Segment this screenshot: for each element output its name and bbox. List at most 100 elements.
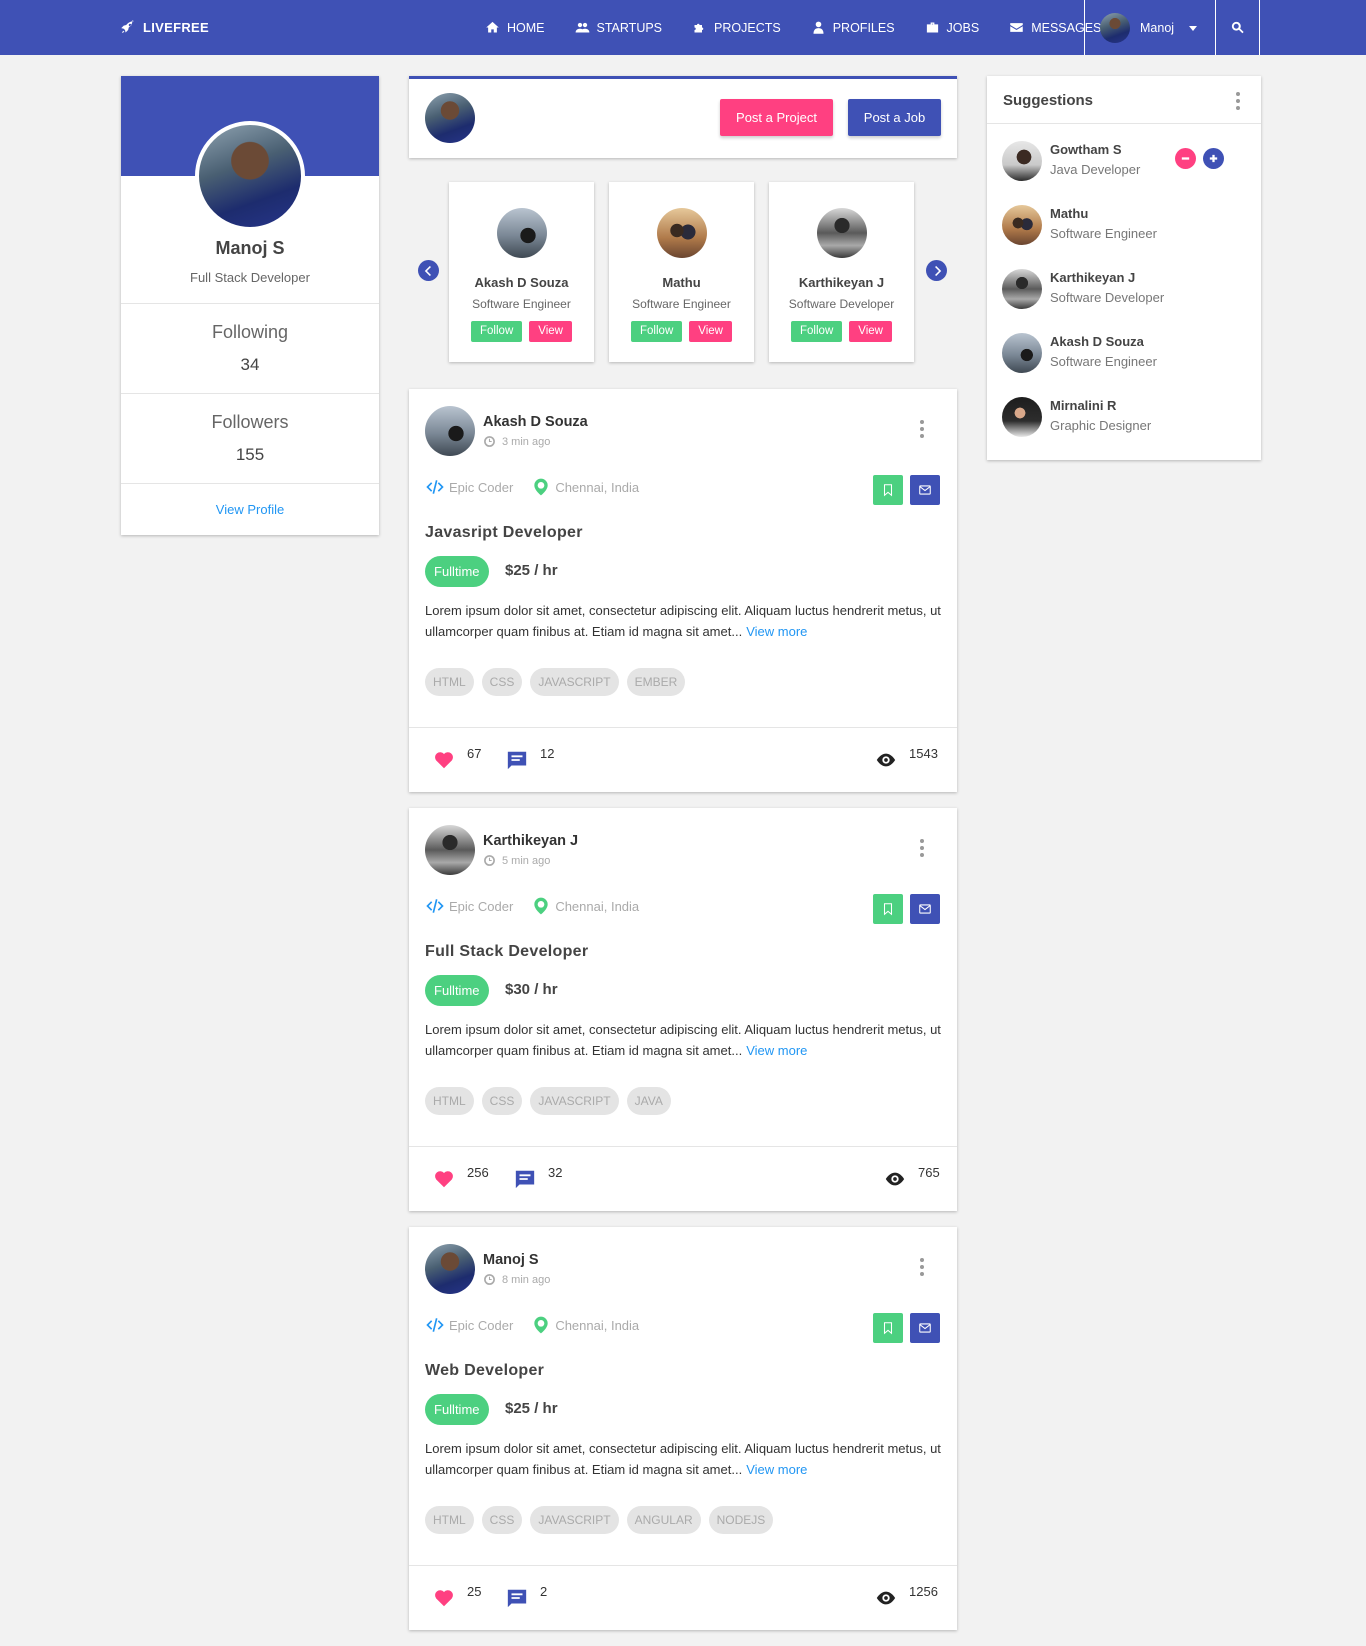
skill-tag[interactable]: JAVASCRIPT xyxy=(530,668,619,696)
bookmark-button[interactable] xyxy=(873,894,903,924)
like-button[interactable]: 256 xyxy=(433,1165,489,1190)
skill-tag[interactable]: CSS xyxy=(481,1506,523,1534)
comment-button[interactable]: 2 xyxy=(506,1584,547,1609)
post-author[interactable]: Akash D Souza xyxy=(483,414,588,430)
mail-icon xyxy=(919,1323,931,1333)
post-time-text: 5 min ago xyxy=(502,854,551,867)
post-author[interactable]: Karthikeyan J xyxy=(483,833,578,849)
job-rate: $25 / hr xyxy=(505,562,558,579)
puzzle-icon xyxy=(694,23,704,33)
message-button[interactable] xyxy=(910,1313,940,1343)
view-button[interactable]: View xyxy=(529,321,572,342)
like-button[interactable]: 25 xyxy=(433,1584,481,1609)
nav-home[interactable]: HOME xyxy=(485,20,545,35)
mail-icon xyxy=(919,485,931,495)
post-time: 8 min ago xyxy=(483,1273,550,1286)
envelope-icon xyxy=(1010,23,1023,32)
post-menu-button[interactable] xyxy=(915,419,929,443)
post-author-avatar[interactable] xyxy=(425,1244,475,1294)
comment-count: 12 xyxy=(540,746,555,761)
post-author-avatar[interactable] xyxy=(425,406,475,456)
post-title[interactable]: Full Stack Developer xyxy=(425,943,588,961)
follow-button[interactable]: Follow xyxy=(631,321,683,342)
view-more-link[interactable]: View more xyxy=(746,1462,807,1477)
skill-tag[interactable]: JAVASCRIPT xyxy=(530,1506,619,1534)
suggestion-item[interactable]: Mathu Software Engineer xyxy=(1002,202,1247,250)
view-more-link[interactable]: View more xyxy=(746,1043,807,1058)
view-more-link[interactable]: View more xyxy=(746,624,807,639)
comment-icon xyxy=(507,751,527,770)
comment-icon xyxy=(507,1589,527,1608)
post-footer: 25 2 1256 xyxy=(409,1565,957,1630)
bookmark-icon xyxy=(883,484,893,497)
post-job-button[interactable]: Post a Job xyxy=(848,99,941,136)
search-button[interactable] xyxy=(1216,0,1260,55)
follow-button[interactable]: Follow xyxy=(791,321,843,342)
like-button[interactable]: 67 xyxy=(433,746,481,771)
view-button[interactable]: View xyxy=(689,321,732,342)
brand-logo[interactable]: LIVEFREE xyxy=(120,20,209,35)
nav-jobs[interactable]: JOBS xyxy=(925,20,979,35)
post-author[interactable]: Manoj S xyxy=(483,1252,539,1268)
job-post: Manoj S 8 min ago Epic Coder Chennai, In… xyxy=(409,1227,957,1630)
profile-avatar[interactable] xyxy=(195,121,305,231)
suggestion-name: Akash D Souza xyxy=(1050,334,1144,349)
post-footer: 67 12 1543 xyxy=(409,727,957,792)
skill-tag[interactable]: HTML xyxy=(425,1087,474,1115)
person-avatar[interactable] xyxy=(656,208,707,258)
suggestion-item[interactable]: Gowtham S Java Developer xyxy=(1002,138,1247,186)
view-count-indicator: 1543 xyxy=(875,746,938,771)
view-button[interactable]: View xyxy=(849,321,892,342)
message-button[interactable] xyxy=(910,894,940,924)
skill-tag[interactable]: JAVASCRIPT xyxy=(530,1087,619,1115)
suggestions-menu-button[interactable] xyxy=(1231,91,1245,113)
carousel-next-button[interactable] xyxy=(926,260,947,281)
user-avatar xyxy=(1100,12,1130,43)
comment-count: 32 xyxy=(548,1165,563,1180)
add-suggestion-button[interactable] xyxy=(1203,148,1224,169)
nav-startups[interactable]: STARTUPS xyxy=(575,20,662,35)
skill-tag[interactable]: ANGULAR xyxy=(626,1506,701,1534)
skill-tag[interactable]: HTML xyxy=(425,668,474,696)
map-pin-icon xyxy=(534,897,548,915)
person-avatar[interactable] xyxy=(816,208,867,258)
bookmark-button[interactable] xyxy=(873,475,903,505)
post-author-avatar[interactable] xyxy=(425,825,475,875)
skill-tag[interactable]: EMBER xyxy=(626,668,686,696)
comment-button[interactable]: 12 xyxy=(506,746,554,771)
followers-stat[interactable]: Followers 155 xyxy=(121,393,379,483)
skill-tag[interactable]: NODEJS xyxy=(708,1506,774,1534)
composer-avatar xyxy=(425,93,475,143)
suggestion-item[interactable]: Karthikeyan J Software Developer xyxy=(1002,266,1247,314)
post-title[interactable]: Javasript Developer xyxy=(425,524,583,542)
bookmark-button[interactable] xyxy=(873,1313,903,1343)
comment-count: 2 xyxy=(540,1584,548,1599)
skill-tag[interactable]: CSS xyxy=(481,668,523,696)
view-profile-link[interactable]: View Profile xyxy=(121,483,379,517)
person-avatar[interactable] xyxy=(496,208,547,258)
skill-tag[interactable]: JAVA xyxy=(626,1087,671,1115)
post-title[interactable]: Web Developer xyxy=(425,1362,544,1380)
following-stat[interactable]: Following 34 xyxy=(121,303,379,393)
carousel-prev-button[interactable] xyxy=(418,260,439,281)
dismiss-suggestion-button[interactable] xyxy=(1175,148,1196,169)
skill-tag[interactable]: HTML xyxy=(425,1506,474,1534)
post-location-text: Chennai, India xyxy=(555,479,640,495)
job-rate: $30 / hr xyxy=(505,981,558,998)
nav-projects[interactable]: PROJECTS xyxy=(692,20,781,35)
post-menu-button[interactable] xyxy=(915,838,929,862)
user-menu[interactable]: Manoj xyxy=(1084,0,1216,55)
post-project-button[interactable]: Post a Project xyxy=(720,99,833,136)
post-menu-button[interactable] xyxy=(915,1257,929,1281)
suggestion-item[interactable]: Akash D Souza Software Engineer xyxy=(1002,330,1247,378)
nav-profiles[interactable]: PROFILES xyxy=(811,20,895,35)
message-button[interactable] xyxy=(910,475,940,505)
skill-tag[interactable]: CSS xyxy=(481,1087,523,1115)
suggestion-item[interactable]: Mirnalini R Graphic Designer xyxy=(1002,394,1247,442)
comment-button[interactable]: 32 xyxy=(514,1165,562,1190)
follow-button[interactable]: Follow xyxy=(471,321,523,342)
suggestions-title: Suggestions xyxy=(1003,92,1094,109)
suggestion-role: Java Developer xyxy=(1050,162,1141,177)
home-icon xyxy=(486,21,499,33)
nav-profiles-label: PROFILES xyxy=(832,20,895,35)
